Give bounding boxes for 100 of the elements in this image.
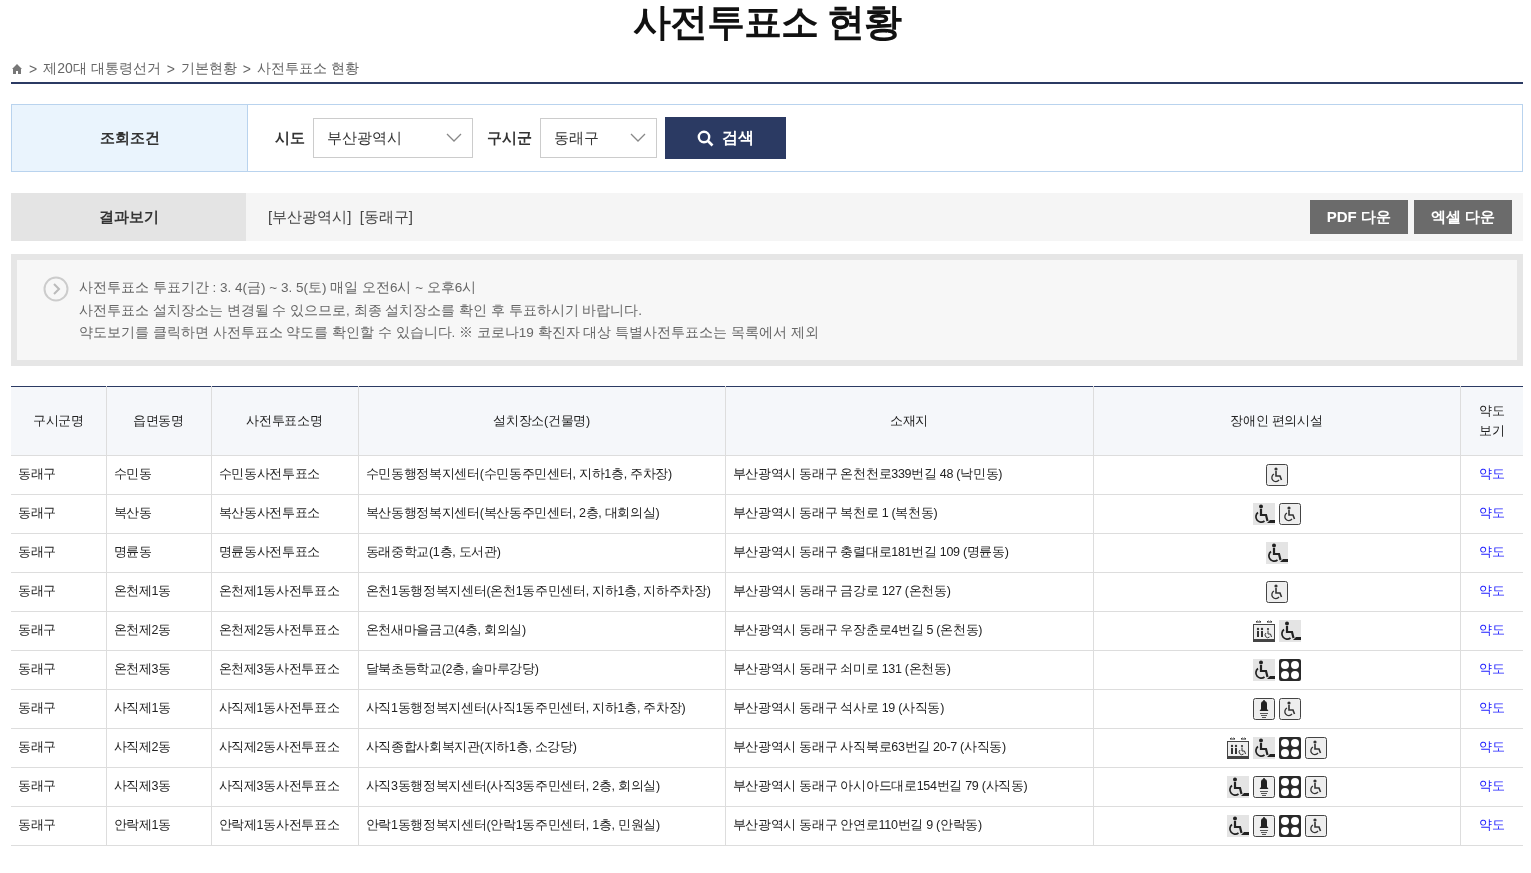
four-dots-icon bbox=[1278, 775, 1301, 798]
wheelchair-icon bbox=[1278, 502, 1301, 525]
map-link[interactable]: 약도 bbox=[1479, 779, 1505, 793]
table-cell: 부산광역시 동래구 우장춘로4번길 5 (온천동) bbox=[725, 611, 1093, 650]
column-header: 구시군명 bbox=[11, 386, 106, 455]
map-link[interactable]: 약도 bbox=[1479, 701, 1505, 715]
table-cell: 사직제1동사전투표소 bbox=[211, 689, 358, 728]
table-cell: 복산동사전투표소 bbox=[211, 494, 358, 533]
column-header: 사전투표소명 bbox=[211, 386, 358, 455]
table-cell: 온천새마을금고(4층, 회의실) bbox=[358, 611, 725, 650]
table-cell: 동래구 bbox=[11, 455, 106, 494]
table-cell: 동래구 bbox=[11, 650, 106, 689]
wheelchair-ramp-icon bbox=[1252, 658, 1275, 681]
table-cell: 동래구 bbox=[11, 806, 106, 845]
dropdown-field[interactable]: 부산광역시 bbox=[313, 118, 473, 158]
table-cell: 동래구 bbox=[11, 533, 106, 572]
elevator-icon bbox=[1226, 736, 1249, 759]
search-icon bbox=[697, 129, 714, 147]
table-cell: 사직제3동사전투표소 bbox=[211, 767, 358, 806]
four-dots-icon bbox=[1278, 736, 1301, 759]
table-cell: 온천1동행정복지센터(온천1동주민센터, 지하1층, 지하주차장) bbox=[358, 572, 725, 611]
column-header: 설치장소(건물명) bbox=[358, 386, 725, 455]
wheelchair-icon bbox=[1304, 736, 1327, 759]
search-condition-label: 조회조건 bbox=[12, 105, 248, 171]
breadcrumb-separator: > bbox=[242, 61, 252, 77]
page-title: 사전투표소 현황 bbox=[631, 0, 903, 44]
result-summary: [부산광역시] [동래구] bbox=[267, 207, 414, 227]
wheelchair-icon bbox=[1278, 697, 1301, 720]
field-label: 시도 bbox=[275, 128, 305, 148]
dropdown-field[interactable]: 동래구 bbox=[540, 118, 657, 158]
wheelchair-ramp-icon bbox=[1278, 619, 1301, 642]
table-cell: 동래구 bbox=[11, 611, 106, 650]
table-cell: 부산광역시 동래구 금강로 127 (온천동) bbox=[725, 572, 1093, 611]
breadcrumb-link[interactable]: 사전투표소 현황 bbox=[257, 60, 359, 78]
table-cell: 부산광역시 동래구 온천천로339번길 48 (낙민동) bbox=[725, 455, 1093, 494]
elevator-icon bbox=[1252, 619, 1275, 642]
wheelchair-icon bbox=[1265, 580, 1288, 603]
table-cell: 부산광역시 동래구 쇠미로 131 (온천동) bbox=[725, 650, 1093, 689]
four-dots-icon bbox=[1278, 814, 1301, 837]
table-cell: 동래구 bbox=[11, 494, 106, 533]
breadcrumb-link[interactable]: 제20대 대통령선거 bbox=[43, 60, 161, 78]
map-link[interactable]: 약도 bbox=[1479, 662, 1505, 676]
table-cell: 사직3동행정복지센터(사직3동주민센터, 2층, 회의실) bbox=[358, 767, 725, 806]
table-cell: 온천제1동 bbox=[106, 572, 211, 611]
table-cell: 수민동 bbox=[106, 455, 211, 494]
search-button[interactable]: 검색 bbox=[665, 117, 786, 159]
download-button[interactable]: PDF 다운 bbox=[1309, 200, 1408, 234]
map-link[interactable]: 약도 bbox=[1479, 584, 1505, 598]
wheelchair-ramp-icon bbox=[1252, 736, 1275, 759]
table-cell: 복산동행정복지센터(복산동주민센터, 2층, 대회의실) bbox=[358, 494, 725, 533]
table-cell: 사직1동행정복지센터(사직1동주민센터, 지하1층, 주차장) bbox=[358, 689, 725, 728]
download-button[interactable]: 엑셀 다운 bbox=[1413, 200, 1512, 234]
table-cell: 온천제3동 bbox=[106, 650, 211, 689]
table-cell: 동래중학교(1층, 도서관) bbox=[358, 533, 725, 572]
table-cell: 사직제2동 bbox=[106, 728, 211, 767]
bell-icon bbox=[1252, 814, 1275, 837]
table-cell: 부산광역시 동래구 아시아드대로154번길 79 (사직동) bbox=[725, 767, 1093, 806]
table-cell: 온천제2동사전투표소 bbox=[211, 611, 358, 650]
table-cell: 명륜동 bbox=[106, 533, 211, 572]
table-cell: 사직종합사회복지관(지하1층, 소강당) bbox=[358, 728, 725, 767]
column-header: 장애인 편의시설 bbox=[1093, 386, 1460, 455]
breadcrumb-separator: > bbox=[29, 61, 38, 77]
table-cell: 안락제1동 bbox=[106, 806, 211, 845]
table-cell: 온천제2동 bbox=[106, 611, 211, 650]
table-cell: 수민동사전투표소 bbox=[211, 455, 358, 494]
map-link[interactable]: 약도 bbox=[1479, 506, 1505, 520]
table-cell: 동래구 bbox=[11, 767, 106, 806]
table-cell: 부산광역시 동래구 안연로110번길 9 (안락동) bbox=[725, 806, 1093, 845]
table-cell: 복산동 bbox=[106, 494, 211, 533]
column-header: 약도 보기 bbox=[1460, 386, 1523, 455]
home-icon[interactable] bbox=[11, 63, 23, 75]
chevron-down-icon bbox=[446, 133, 462, 143]
table-cell: 사직제2동사전투표소 bbox=[211, 728, 358, 767]
wheelchair-icon bbox=[1304, 775, 1327, 798]
table-cell: 부산광역시 동래구 복천로 1 (복천동) bbox=[725, 494, 1093, 533]
four-dots-icon bbox=[1278, 658, 1301, 681]
map-link[interactable]: 약도 bbox=[1479, 818, 1505, 832]
table-cell: 부산광역시 동래구 사직북로63번길 20-7 (사직동) bbox=[725, 728, 1093, 767]
notice-text: 사전투표소 투표기간 : 3. 4(금) ~ 3. 5(토) 매일 오전6시 ~ 오후6시 bbox=[79, 279, 478, 297]
table-cell: 사직제3동 bbox=[106, 767, 211, 806]
breadcrumb-link[interactable]: 기본현황 bbox=[180, 60, 237, 78]
wheelchair-ramp-icon bbox=[1226, 775, 1249, 798]
table-cell: 안락제1동사전투표소 bbox=[211, 806, 358, 845]
table-cell: 온천제3동사전투표소 bbox=[211, 650, 358, 689]
map-link[interactable]: 약도 bbox=[1479, 623, 1505, 637]
chevron-circle-icon bbox=[43, 276, 69, 302]
map-link[interactable]: 약도 bbox=[1479, 545, 1505, 559]
table-cell: 온천제1동사전투표소 bbox=[211, 572, 358, 611]
notice-text: 약도보기를 클릭하면 사전투표소 약도를 확인할 수 있습니다. ※ 코로나19 확진자 대상 특별사전투표소는 목록에서 제외 bbox=[79, 324, 819, 342]
field-label: 구시군 bbox=[487, 128, 532, 148]
table-cell: 동래구 bbox=[11, 728, 106, 767]
table-cell: 안락1동행정복지센터(안락1동주민센터, 1층, 민원실) bbox=[358, 806, 725, 845]
table-cell: 동래구 bbox=[11, 689, 106, 728]
column-header: 읍면동명 bbox=[106, 386, 211, 455]
result-label: 결과보기 bbox=[11, 193, 246, 241]
wheelchair-icon bbox=[1265, 463, 1288, 486]
map-link[interactable]: 약도 bbox=[1479, 467, 1505, 481]
map-link[interactable]: 약도 bbox=[1479, 740, 1505, 754]
table-cell: 달북초등학교(2층, 솔마루강당) bbox=[358, 650, 725, 689]
wheelchair-icon bbox=[1304, 814, 1327, 837]
